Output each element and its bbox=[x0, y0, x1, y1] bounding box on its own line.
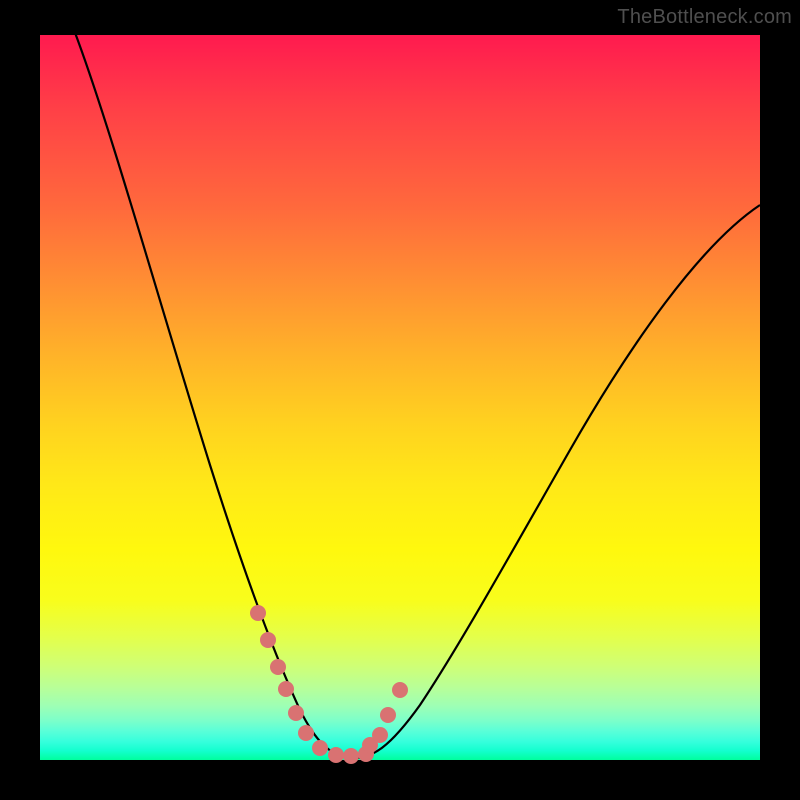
plot-area bbox=[40, 35, 760, 760]
watermark-text: TheBottleneck.com bbox=[617, 6, 792, 29]
chart-frame: TheBottleneck.com bbox=[0, 0, 800, 800]
chart-svg bbox=[40, 35, 760, 760]
bottleneck-curve bbox=[74, 30, 760, 758]
highlight-markers bbox=[250, 605, 408, 764]
